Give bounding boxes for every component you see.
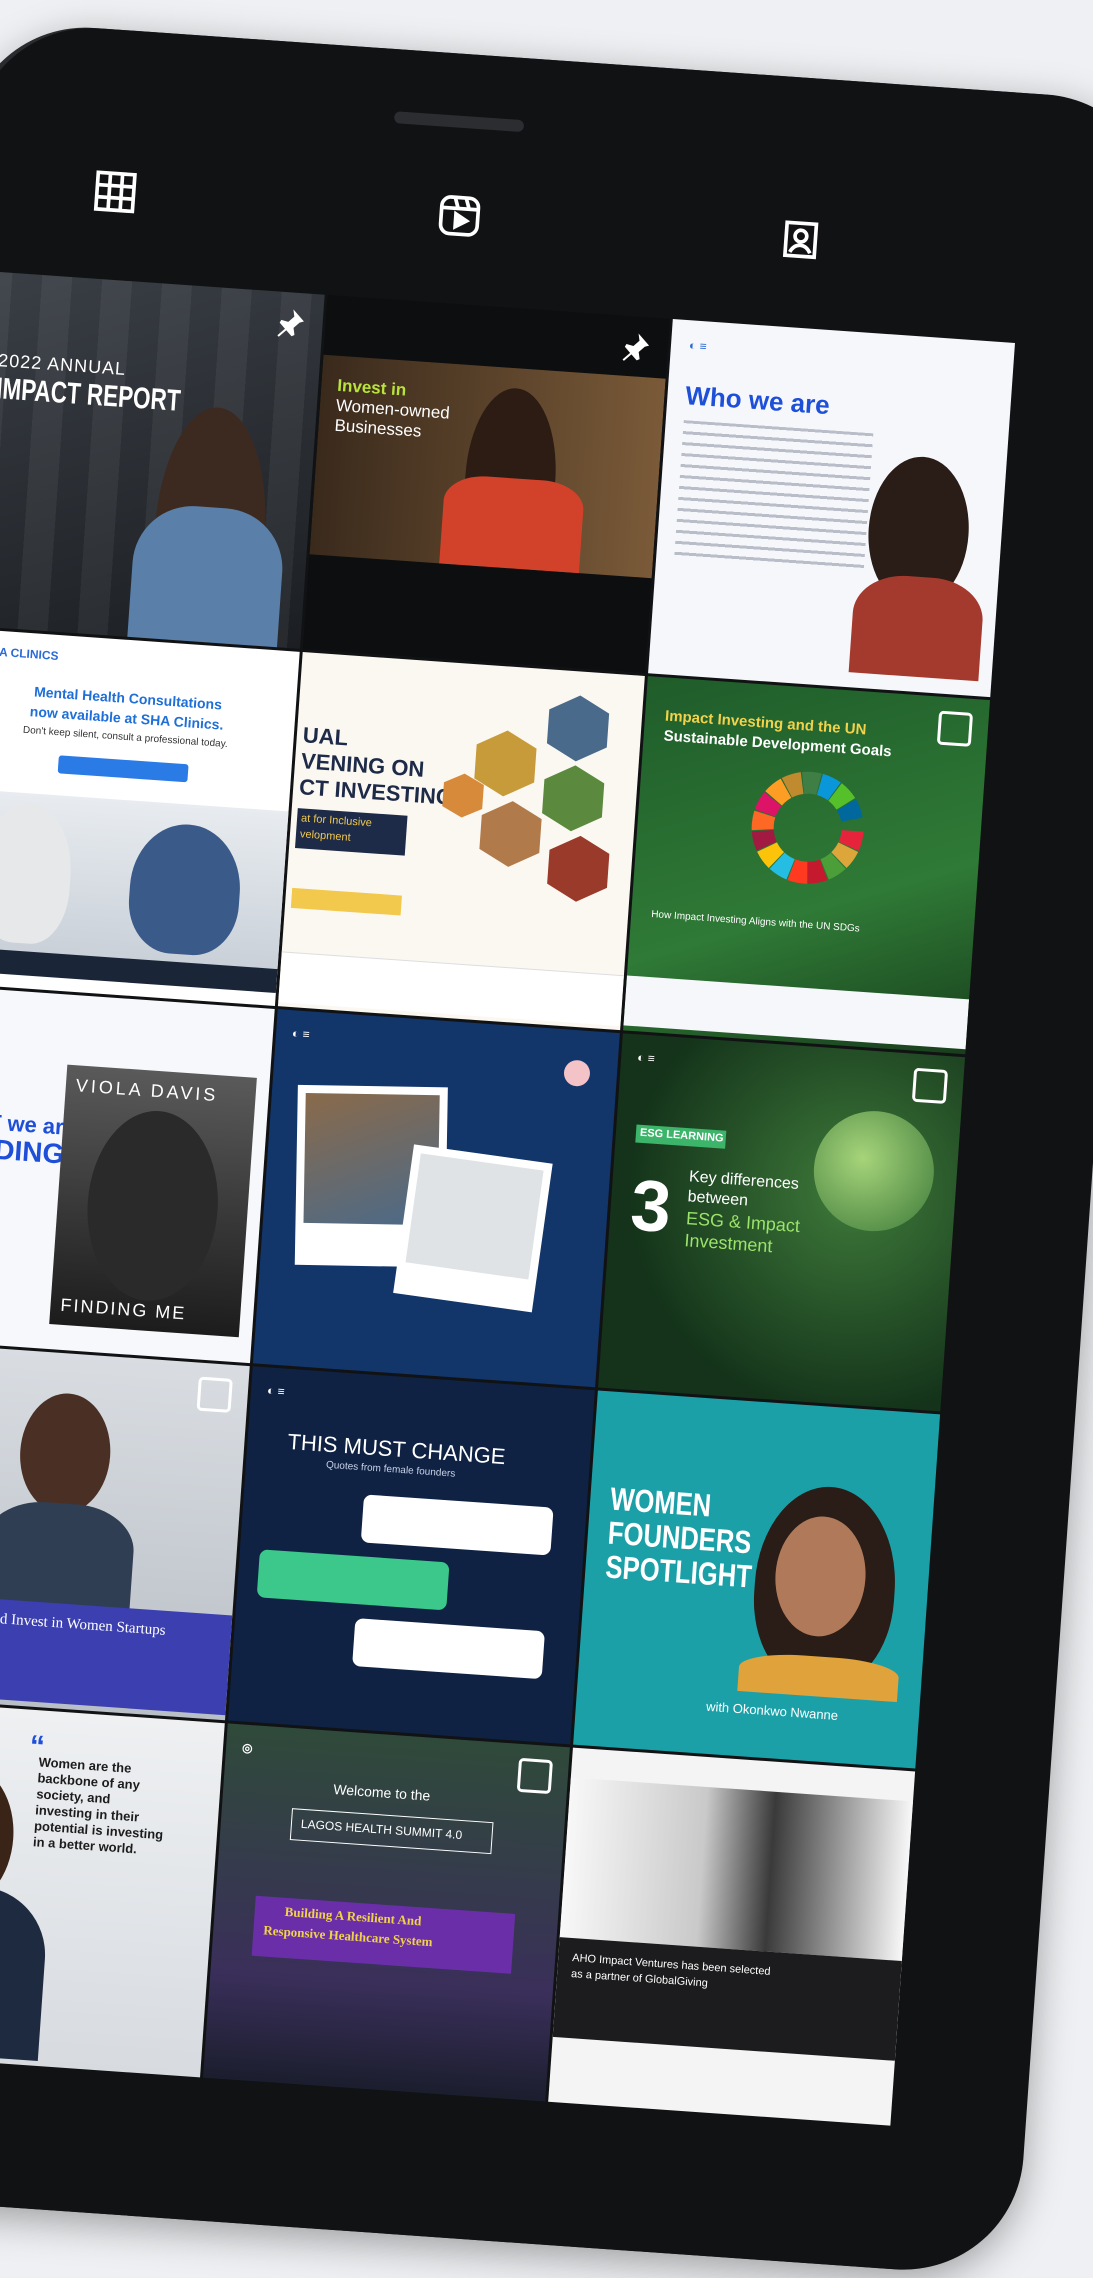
blazer-photo xyxy=(0,1880,50,2061)
cta-bar xyxy=(58,755,189,782)
post-women-startups[interactable]: ◐ ≡ Why You Should Invest in Women Start… xyxy=(0,1342,250,1720)
date-bar xyxy=(291,888,402,916)
post-esg[interactable]: ◐ ≡ ESG LEARNING 3 Key differences betwe… xyxy=(598,1033,965,1411)
person-photo xyxy=(16,1390,114,1516)
post-must-change[interactable]: ◐ ≡ THIS MUST CHANGE Quotes from female … xyxy=(228,1366,595,1744)
brand-logo: ◎ xyxy=(242,1741,253,1756)
quote-bubble xyxy=(352,1618,545,1679)
pin-icon xyxy=(617,329,653,365)
multiple-posts-icon xyxy=(912,1068,948,1104)
post-who-we-are[interactable]: ◐ ≡ Who we are xyxy=(648,319,1015,697)
brand-logo: ◐ ≡ xyxy=(292,1026,311,1041)
post-title-line: between xyxy=(687,1188,749,1210)
post-women-quote[interactable]: “ Women are the backbone of any society,… xyxy=(0,1699,225,2077)
body-text-block xyxy=(674,420,873,573)
sdg-wheel-icon xyxy=(744,764,872,892)
post-evening[interactable]: UAL VENING ON CT INVESTING at for Inclus… xyxy=(278,652,645,1030)
dress-photo xyxy=(849,572,986,681)
post-lab[interactable]: ◐ ≡ xyxy=(253,1009,620,1387)
phone-frame: 2022 ANNUAL IMPACT REPORT ◐ ≡ Invest in … xyxy=(0,20,1093,2278)
post-health-summit[interactable]: ◎ Welcome to the LAGOS HEALTH SUMMIT 4.0… xyxy=(203,1723,570,2101)
post-mental-health[interactable]: ♥ SHA CLINICS Mental Health Consultation… xyxy=(0,628,300,1006)
post-impact-report[interactable]: 2022 ANNUAL IMPACT REPORT ◐ ≡ xyxy=(0,271,325,649)
post-title-line: Welcome to the xyxy=(333,1781,431,1804)
post-reading[interactable]: ◐ ≡ WHAT we are READING VIOLA DAVIS FIND… xyxy=(0,985,275,1363)
post-invest-women[interactable]: Invest in Women-owned Businesses xyxy=(303,295,670,673)
multiple-posts-icon xyxy=(197,1377,233,1413)
post-title-line: UAL xyxy=(302,722,349,751)
quote-bubble xyxy=(361,1494,554,1555)
post-caption: How Impact Investing Aligns with the UN … xyxy=(651,909,860,935)
post-sdgs[interactable]: Impact Investing and the UN Sustainable … xyxy=(623,676,990,1054)
person-photo xyxy=(0,1762,18,1909)
blazer-photo xyxy=(126,502,286,649)
polaroid-photo xyxy=(393,1144,553,1312)
handshake-photo xyxy=(560,1777,913,1961)
reels-icon[interactable] xyxy=(436,192,489,245)
quote-bubble xyxy=(257,1549,450,1610)
brand-logo: ♥ SHA CLINICS xyxy=(0,643,59,663)
tagged-icon[interactable] xyxy=(777,216,830,269)
pin-icon xyxy=(271,305,307,341)
post-title-line: CT INVESTING xyxy=(298,774,453,811)
dress-photo xyxy=(737,1651,899,1702)
brand-logo: ◐ ≡ xyxy=(267,1383,286,1398)
post-caption: with Okonkwo Nwanne xyxy=(706,1699,839,1723)
brand-logo: ◐ ≡ xyxy=(637,1050,656,1065)
post-heading: Who we are xyxy=(684,380,830,421)
multiple-posts-icon xyxy=(517,1758,553,1794)
multiple-posts-icon xyxy=(937,711,973,747)
decor-dot xyxy=(563,1059,591,1087)
post-handshake[interactable]: AHO Impact Ventures has been selected as… xyxy=(548,1748,915,2126)
grid-icon[interactable] xyxy=(91,168,144,221)
caption-band xyxy=(0,1592,232,1716)
post-number: 3 xyxy=(628,1164,674,1249)
hexagon-photo-cluster xyxy=(424,682,640,935)
globe-graphic xyxy=(810,1107,938,1235)
phone-speaker xyxy=(394,111,525,132)
posts-grid: 2022 ANNUAL IMPACT REPORT ◐ ≡ Invest in … xyxy=(0,271,1010,2125)
brand-logo: ◐ ≡ xyxy=(689,338,708,353)
post-founders-spotlight[interactable]: WOMEN FOUNDERS SPOTLIGHT with Okonkwo Nw… xyxy=(573,1390,940,1768)
dress-photo xyxy=(439,474,585,574)
